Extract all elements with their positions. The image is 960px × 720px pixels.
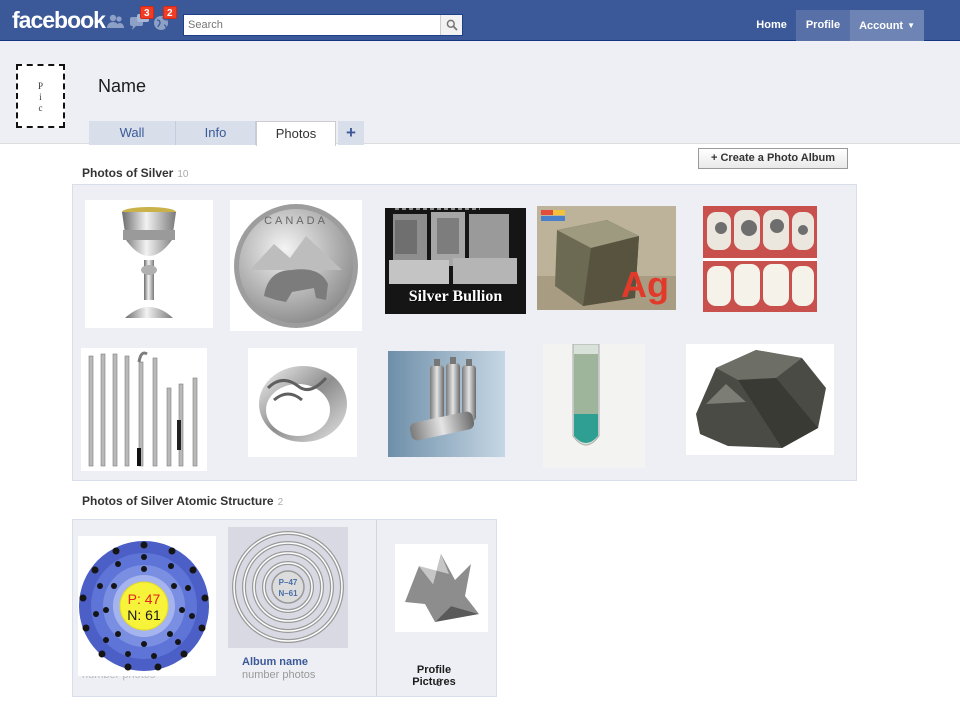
tab-wall[interactable]: Wall [89,121,176,145]
notifications-globe-icon[interactable]: 2 [152,6,177,32]
photo-silver-atom-rings[interactable]: P–47 N–61 [228,527,348,648]
profile-pictures-count: 6 [435,677,443,689]
photo-silver-goblet[interactable] [85,200,213,328]
facebook-logo[interactable]: facebook [12,7,106,34]
search-button[interactable] [440,15,462,35]
create-photo-album-button[interactable]: + Create a Photo Album [698,148,848,169]
nav-home-link[interactable]: Home [747,10,796,41]
nav-profile-link[interactable]: Profile [795,10,850,41]
search-input[interactable] [184,15,442,35]
photo-silver-flutes[interactable] [81,348,207,471]
album-photo-count: 10 [177,169,189,180]
top-navigation-bar: facebook 3 2 Home Profile [0,0,960,41]
album-photo-count-text: number photos [242,669,316,681]
album-title-atomic-structure[interactable]: Photos of Silver Atomic Structure 2 [82,494,283,508]
bullion-caption: Silver Bullion [408,288,503,305]
pic-letter-p: P [37,81,43,91]
album-photo-count: 2 [277,497,284,508]
photo-profile-pictures-cover[interactable] [395,544,488,632]
nav-account-label: Account [859,20,904,32]
profile-name: Name [98,76,147,96]
album-title-text: Photos of Silver [82,166,174,180]
atom-neutrons-label: N: 61 [127,607,161,623]
tab-photos[interactable]: Photos [256,121,336,146]
pic-letter-c: c [38,103,43,113]
nav-account-menu[interactable]: Account ▼ [849,10,924,41]
messages-icon[interactable]: 3 [129,6,154,32]
album-title-silver[interactable]: Photos of Silver 10 [82,166,188,180]
photo-silver-ring[interactable] [248,348,357,457]
search-box [183,14,463,36]
photo-dental-fillings[interactable] [703,206,817,312]
account-navigation: Home Profile Account ▼ [747,10,924,41]
atom-rings-neutrons-label: N–61 [278,589,298,598]
profile-picture-placeholder[interactable]: P i c [16,64,65,128]
atom-protons-label: P: 47 [128,591,161,607]
profile-tabs: Wall Info Photos + [89,121,364,146]
album-divider [376,520,377,696]
chevron-down-icon: ▼ [907,21,915,30]
notifications-count-badge: 2 [163,6,177,19]
album-name-link[interactable]: Album name [242,656,308,668]
photo-silver-element-cube[interactable]: Ag [537,206,676,310]
svg-text:CANADA: CANADA [264,215,328,227]
atom-rings-protons-label: P–47 [279,578,298,587]
pic-letter-i: i [39,92,42,102]
search-icon [446,19,458,31]
photo-silver-batteries[interactable] [388,351,505,457]
photo-silver-test-tube[interactable] [543,344,645,468]
photo-silver-ore-rock[interactable] [686,344,834,455]
photo-canada-silver-coin[interactable]: CANADA [230,200,362,331]
tab-info[interactable]: Info [176,121,256,145]
add-tab-button[interactable]: + [338,121,364,145]
element-symbol-caption: Ag [621,264,669,305]
album-title-text: Photos of Silver Atomic Structure [82,494,274,508]
photo-silver-bullion-bars[interactable]: Silver Bullion [385,208,526,314]
friend-requests-icon[interactable] [105,12,127,32]
photo-silver-atom-diagram[interactable]: P: 47 N: 61 [78,536,216,676]
